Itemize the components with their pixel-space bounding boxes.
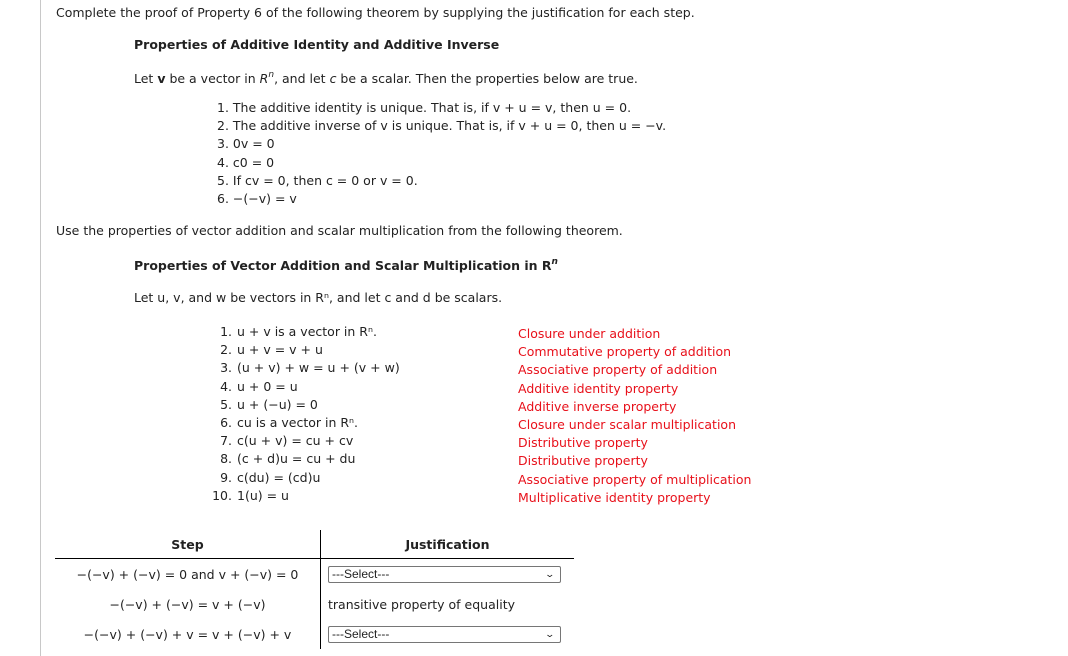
property-name: Distributive property: [518, 435, 648, 451]
table-row: −(−v) + (−v) = v + (−v) transitive prope…: [55, 589, 574, 619]
theorem2-item: 8. (c + d)u = cu + du: [220, 451, 356, 467]
theorem1-item: 3. 0v = 0: [217, 136, 275, 152]
property-name: Distributive property: [518, 453, 648, 469]
theorem2-item: 2. u + v = v + u: [220, 342, 323, 358]
property-name: Associative property of multiplication: [518, 471, 752, 487]
instruction: Complete the proof of Property 6 of the …: [56, 5, 695, 20]
theorem2-item: 9. c(du) = (cd)u: [220, 469, 321, 485]
chevron-down-icon: ⌄: [544, 628, 556, 639]
chevron-down-icon: ⌄: [544, 568, 556, 579]
table-row: −(−v) + (−v) + v = v + (−v) + v ---Selec…: [55, 619, 574, 649]
step-cell: −(−v) + (−v) + v = v + (−v) + v: [55, 619, 321, 649]
justification-select[interactable]: ---Select--- ⌄: [328, 565, 561, 583]
proof-table: Step Justification −(−v) + (−v) = 0 and …: [55, 530, 574, 649]
left-border: [40, 0, 41, 656]
step-cell: −(−v) + (−v) = 0 and v + (−v) = 0: [55, 558, 321, 589]
theorem2-item: 5. u + (−u) = 0: [220, 396, 318, 412]
theorem2-item: 3. (u + v) + w = u + (v + w): [220, 360, 400, 376]
theorem2-expressions: 1. u + v is a vector in Rⁿ. 2. u + v = v + …: [210, 323, 400, 505]
theorem1-list: 1. The additive identity is unique. That…: [217, 99, 666, 208]
table-row: −(−v) + (−v) = 0 and v + (−v) = 0 ---Sel…: [55, 558, 574, 589]
property-name: Multiplicative identity property: [518, 489, 711, 505]
property-name: Commutative property of addition: [518, 344, 732, 360]
property-name: Additive identity property: [518, 380, 679, 396]
theorem1-title: Properties of Additive Identity and Addi…: [134, 37, 500, 52]
justification-select[interactable]: ---Select--- ⌄: [328, 625, 561, 643]
theorem2-item: 1. u + v is a vector in Rⁿ.: [220, 324, 377, 339]
theorem1-item: 6. −(−v) = v: [217, 190, 297, 206]
property-name: Closure under scalar multiplication: [518, 416, 736, 432]
step-cell: −(−v) + (−v) = v + (−v): [55, 589, 321, 619]
theorem2-item: 4. u + 0 = u: [220, 378, 298, 394]
theorem2-intro: Let u, v, and w be vectors in Rⁿ, and le…: [134, 290, 503, 305]
header-step: Step: [55, 530, 321, 559]
theorem1-intro: Let v be a vector in Rn, and let c be a …: [134, 70, 638, 86]
theorem2-item: 6. cu is a vector in Rⁿ.: [220, 414, 358, 430]
header-justification: Justification: [320, 530, 574, 559]
property-name: Closure under addition: [518, 326, 661, 341]
use-text: Use the properties of vector addition an…: [56, 223, 623, 238]
theorem1-item: 5. If cv = 0, then c = 0 or v = 0.: [217, 172, 418, 188]
theorem1-item: 4. c0 = 0: [217, 154, 275, 170]
theorem1-item: 2. The additive inverse of v is unique. …: [217, 118, 667, 134]
theorem2-item: 7. c(u + v) = cu + cv: [220, 433, 354, 449]
theorem2-title: Properties of Vector Addition and Scalar…: [134, 257, 558, 273]
theorem1-item: 1. The additive identity is unique. That…: [217, 100, 632, 115]
theorem2-item: 10. 1(u) = u: [212, 487, 289, 503]
justification-text: transitive property of equality: [328, 596, 515, 612]
property-name: Associative property of addition: [518, 362, 718, 378]
theorem2-property-names: Closure under addition Commutative proper…: [518, 325, 751, 507]
property-name: Additive inverse property: [518, 398, 677, 414]
